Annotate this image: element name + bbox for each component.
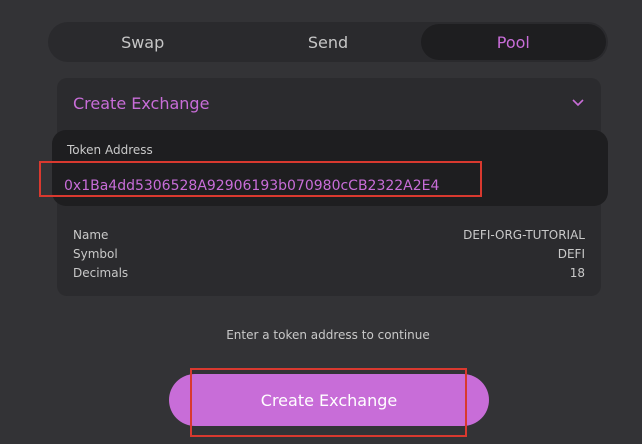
token-address-label: Token Address <box>67 143 153 157</box>
detail-label: Decimals <box>73 266 129 280</box>
panel-title: Create Exchange <box>73 93 210 113</box>
tab-swap[interactable]: Swap <box>50 24 235 60</box>
panel-header[interactable]: Create Exchange <box>57 78 601 128</box>
detail-value: DEFI-ORG-TUTORIAL <box>463 228 585 242</box>
detail-value: DEFI <box>557 247 585 261</box>
chevron-down-icon <box>571 96 585 110</box>
hint-text: Enter a token address to continue <box>226 328 430 342</box>
token-details: Name DEFI-ORG-TUTORIAL Symbol DEFI Decim… <box>73 228 585 285</box>
detail-value: 18 <box>569 266 585 280</box>
token-address-input[interactable] <box>64 174 484 198</box>
tab-pool[interactable]: Pool <box>420 24 606 60</box>
detail-row-decimals: Decimals 18 <box>73 266 585 285</box>
create-exchange-button[interactable]: Create Exchange <box>169 374 489 426</box>
detail-row-symbol: Symbol DEFI <box>73 247 585 266</box>
tab-bar: Swap Send Pool <box>48 22 608 62</box>
detail-label: Symbol <box>73 247 118 261</box>
detail-label: Name <box>73 228 109 242</box>
tab-send[interactable]: Send <box>235 24 420 60</box>
pool-page: Swap Send Pool Create Exchange Token Add… <box>0 0 642 444</box>
token-address-box: Token Address <box>52 130 608 206</box>
detail-row-name: Name DEFI-ORG-TUTORIAL <box>73 228 585 247</box>
